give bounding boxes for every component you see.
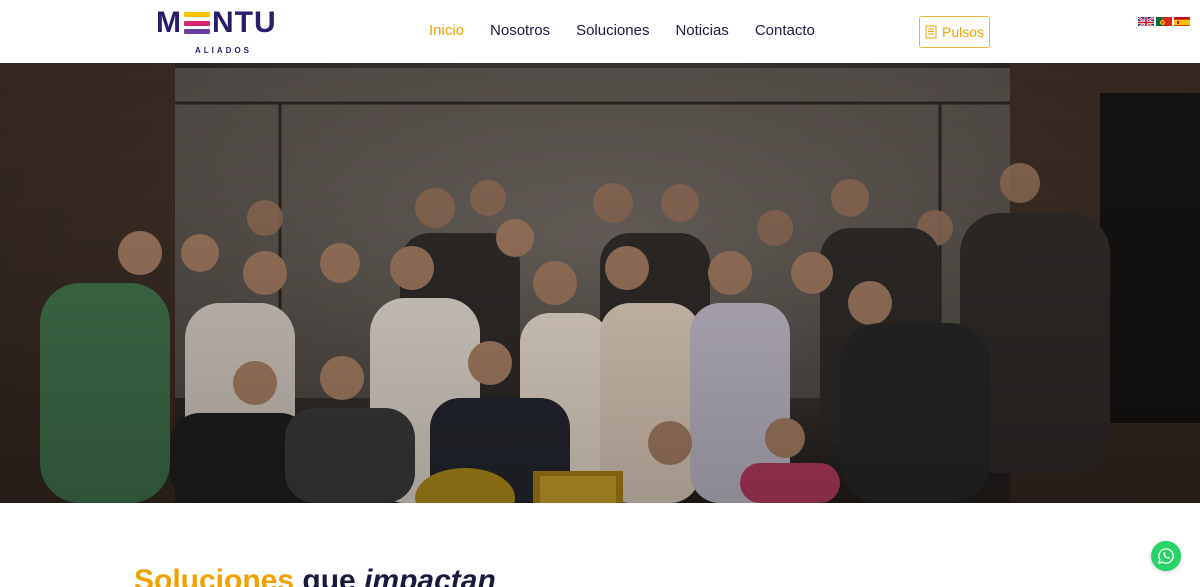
portugal-flag-icon[interactable] xyxy=(1156,15,1172,26)
site-header: M NTU ALIADOS Inicio Nosotros Soluciones… xyxy=(0,0,1200,63)
document-icon xyxy=(925,25,937,39)
logo-letter-m: M xyxy=(156,6,182,39)
nav-item-inicio[interactable]: Inicio xyxy=(429,22,464,40)
heading-middle: que xyxy=(294,564,365,587)
mentu-logo[interactable]: M NTU ALIADOS xyxy=(156,8,288,56)
logo-wordmark: M NTU xyxy=(156,8,288,38)
logo-tagline: ALIADOS xyxy=(195,46,252,55)
heading-accent: Soluciones xyxy=(134,564,295,587)
language-switcher xyxy=(1138,15,1190,26)
whatsapp-icon xyxy=(1157,548,1174,565)
team-group-photo xyxy=(0,63,1200,503)
pulsos-button[interactable]: Pulsos xyxy=(919,16,990,48)
pulsos-label: Pulsos xyxy=(941,24,985,40)
nav-item-nosotros[interactable]: Nosotros xyxy=(490,22,550,40)
logo-stripes-icon xyxy=(184,12,210,34)
nav-item-contacto[interactable]: Contacto xyxy=(755,22,815,40)
spain-flag-icon[interactable] xyxy=(1174,15,1190,26)
hero-image xyxy=(0,63,1200,503)
whatsapp-button[interactable] xyxy=(1151,541,1181,571)
uk-flag-icon[interactable] xyxy=(1138,15,1154,26)
section-heading: Soluciones que impactan xyxy=(134,564,496,587)
nav-item-noticias[interactable]: Noticias xyxy=(675,22,728,40)
main-nav: Inicio Nosotros Soluciones Noticias Cont… xyxy=(429,22,841,40)
heading-emphasis: impactan xyxy=(364,564,496,587)
logo-letters-ntu: NTU xyxy=(212,6,277,39)
nav-item-soluciones[interactable]: Soluciones xyxy=(576,22,649,40)
